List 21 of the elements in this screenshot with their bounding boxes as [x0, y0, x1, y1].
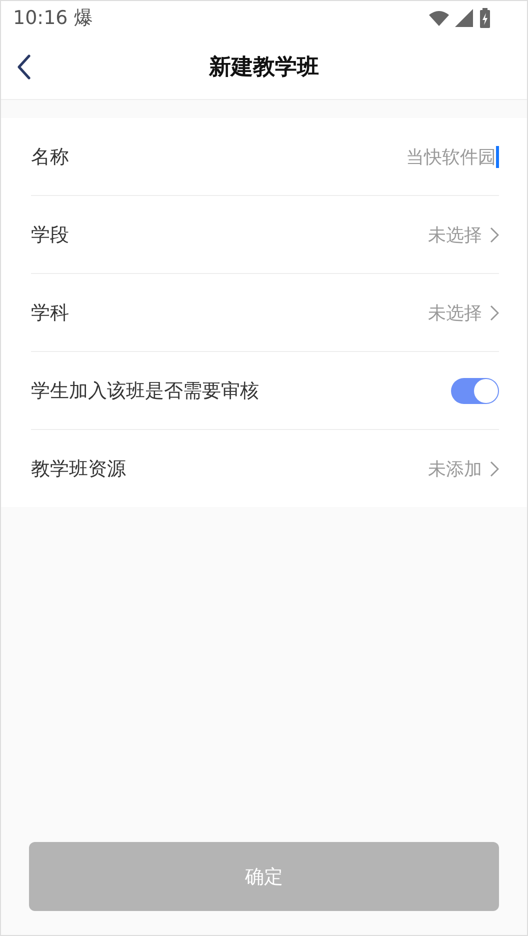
field-label: 教学班资源 [31, 456, 127, 482]
notification-glyph: 爆 [74, 6, 93, 31]
field-label: 学生加入该班是否需要审核 [31, 378, 260, 404]
toggle-switch[interactable] [451, 378, 499, 404]
clock-time: 10:16 [13, 7, 68, 29]
back-icon [17, 54, 31, 80]
field-label: 学段 [31, 222, 70, 248]
wifi-icon [429, 10, 449, 26]
page-title: 新建教学班 [209, 54, 319, 82]
signal-icon [455, 9, 473, 27]
battery-icon [479, 8, 491, 28]
field-label: 名称 [31, 144, 70, 170]
field-label: 学科 [31, 300, 70, 326]
selector-link[interactable]: 未添加 [428, 456, 499, 480]
chevron-icon [490, 460, 499, 476]
selector-link[interactable]: 未选择 [428, 300, 499, 324]
chevron-icon [490, 226, 499, 242]
chevron-icon [490, 304, 499, 320]
name-input[interactable]: 当快软件园 [376, 146, 496, 167]
selector-link[interactable]: 未选择 [428, 222, 499, 246]
text-cursor [496, 146, 499, 168]
